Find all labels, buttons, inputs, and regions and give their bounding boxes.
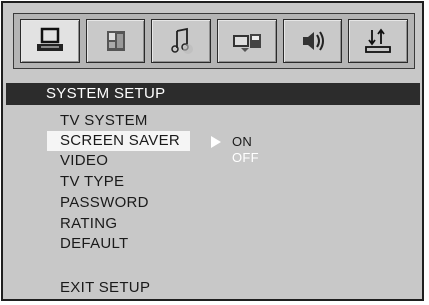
- tab-picture[interactable]: [85, 19, 146, 63]
- menu-item-default[interactable]: DEFAULT: [47, 234, 142, 254]
- tab-speaker[interactable]: [282, 19, 343, 63]
- setup-arrows-icon: [365, 28, 392, 53]
- option-off[interactable]: OFF: [232, 150, 259, 166]
- tab-audio[interactable]: [151, 19, 212, 63]
- pc-icon: [36, 27, 63, 51]
- tab-setup[interactable]: [348, 19, 409, 63]
- submenu-arrow-icon: [211, 136, 221, 148]
- menu-item-tv-system[interactable]: TV SYSTEM: [47, 111, 161, 131]
- music-note-icon: [171, 27, 194, 54]
- menu-item-video[interactable]: VIDEO: [47, 151, 121, 171]
- menu-item-tv-type[interactable]: TV TYPE: [47, 172, 137, 192]
- menu-item-rating[interactable]: RATING: [47, 214, 130, 234]
- page-title: SYSTEM SETUP: [46, 85, 166, 102]
- menu-item-screen-saver[interactable]: SCREEN SAVER: [47, 131, 190, 151]
- menu-item-password[interactable]: PASSWORD: [47, 193, 162, 213]
- option-on[interactable]: ON: [232, 134, 252, 150]
- setup-screen: SYSTEM SETUP TV SYSTEM SCREEN SAVER VIDE…: [1, 1, 424, 301]
- video-camera-icon: [232, 34, 261, 52]
- page-header-bar: SYSTEM SETUP: [6, 83, 420, 105]
- tab-video[interactable]: [217, 19, 277, 63]
- tab-system[interactable]: [20, 19, 80, 63]
- category-tab-bar: [13, 13, 415, 69]
- picture-icon: [106, 31, 125, 51]
- speaker-icon: [302, 31, 324, 51]
- exit-setup-button[interactable]: EXIT SETUP: [60, 278, 150, 298]
